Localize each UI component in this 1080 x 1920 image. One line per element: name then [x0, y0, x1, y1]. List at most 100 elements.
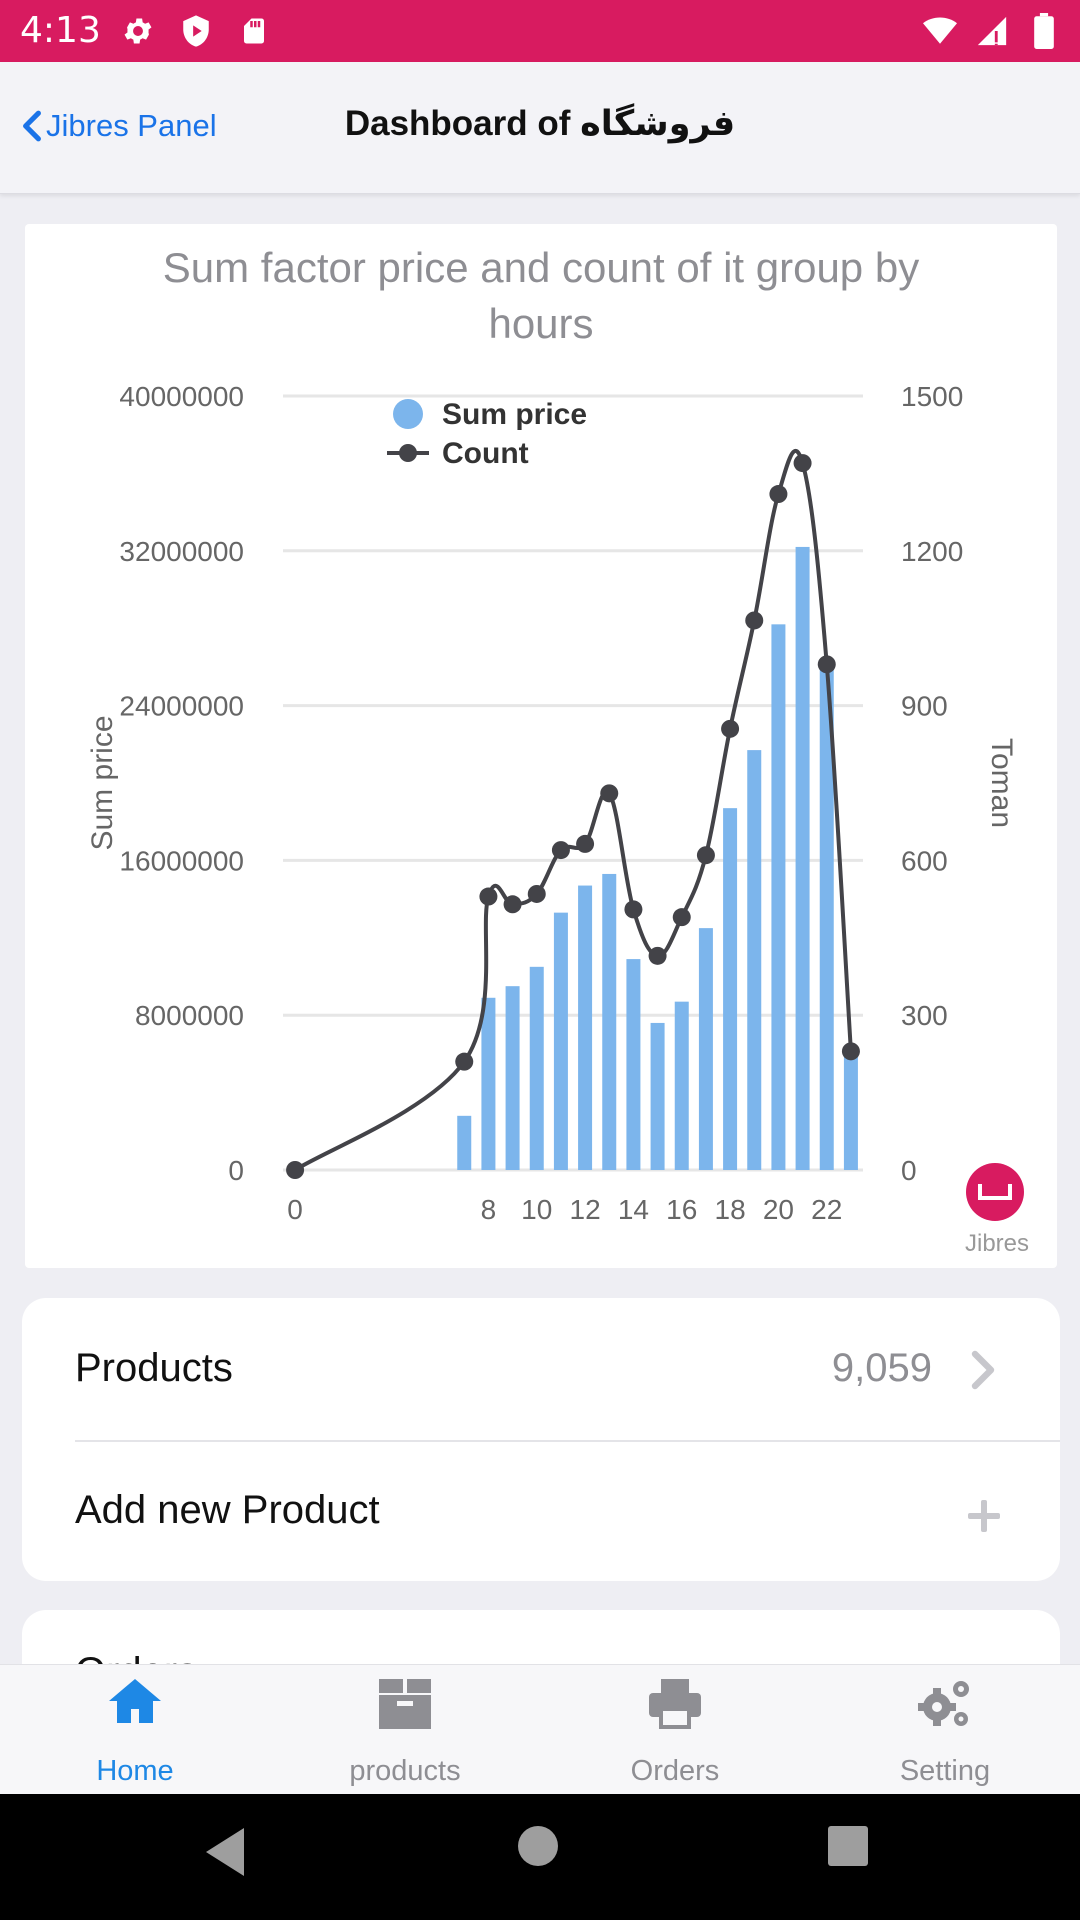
chart-card: Sum factor price and count of it group b…	[25, 224, 1057, 1268]
sd-card-icon	[236, 12, 272, 50]
signal-icon	[974, 12, 1010, 50]
point-count	[793, 454, 812, 473]
bar-sum-price	[529, 966, 544, 1170]
point-count	[600, 784, 619, 803]
x-tick-label: 8	[481, 1194, 497, 1225]
bar-sum-price	[747, 750, 762, 1170]
chart-title-line-1: Sum factor price and count of it group b…	[163, 244, 919, 291]
tab-home-label: Home	[96, 1755, 174, 1787]
point-count	[624, 900, 643, 919]
tab-home[interactable]: Home	[0, 1665, 270, 1795]
point-count	[455, 1052, 474, 1071]
back-triangle-icon[interactable]	[200, 1824, 266, 1890]
point-count	[648, 946, 667, 965]
plus-icon	[966, 1498, 1002, 1534]
bar-sum-price	[795, 546, 810, 1170]
y-tick-left-label: 40000000	[119, 381, 244, 412]
point-count	[769, 485, 788, 504]
y-axis-right-title: Toman	[985, 738, 1018, 828]
bar-sum-price	[602, 873, 617, 1170]
page-title: Dashboard of فروشگاه	[344, 104, 736, 143]
y-axis-left-title: Sum price	[86, 715, 119, 850]
x-tick-label: 16	[666, 1194, 697, 1225]
bar-sum-price	[843, 1053, 858, 1170]
x-tick-label: 22	[811, 1194, 842, 1225]
legend-count-marker	[399, 444, 417, 462]
line-count	[294, 448, 853, 1172]
settings-gear-icon	[120, 12, 156, 50]
point-count	[479, 887, 498, 906]
bar-sum-price	[723, 808, 738, 1170]
y-tick-left-label: 32000000	[119, 536, 244, 567]
x-tick-label: 10	[521, 1194, 552, 1225]
y-tick-right-label: 600	[901, 845, 948, 876]
legend-sum-price-label: Sum price	[442, 398, 587, 431]
hourly-sales-chart: Sum factor price and count of it group b…	[86, 244, 1029, 1257]
bar-sum-price	[457, 1115, 472, 1170]
navigation-header: Jibres Panel Dashboard of فروشگاه	[0, 62, 1080, 194]
y-tick-right-label: 1200	[901, 536, 963, 567]
point-count	[527, 884, 546, 903]
point-count	[503, 895, 522, 914]
tab-products-label: products	[349, 1755, 461, 1787]
products-label: Products	[75, 1346, 233, 1390]
y-tick-left-label: 24000000	[119, 691, 244, 722]
point-count	[721, 719, 740, 738]
point-count	[696, 846, 715, 865]
x-tick-label: 18	[715, 1194, 746, 1225]
box-icon	[375, 1675, 435, 1731]
point-count	[745, 611, 764, 630]
x-tick-label: 12	[570, 1194, 601, 1225]
bar-sum-price	[578, 885, 593, 1170]
y-tick-left-label: 0	[228, 1155, 244, 1186]
chart-credit: Jibres	[965, 1230, 1029, 1257]
point-count	[576, 834, 595, 853]
status-bar: 4:13	[0, 0, 1080, 62]
jibres-logo-icon	[966, 1163, 1024, 1221]
point-count	[817, 655, 836, 674]
chart-title-line-2: hours	[488, 300, 593, 347]
bar-sum-price	[698, 928, 713, 1170]
tab-orders-label: Orders	[630, 1755, 720, 1787]
system-navigation-bar	[0, 1794, 1080, 1920]
tab-setting-label: Setting	[899, 1755, 991, 1787]
point-count	[841, 1042, 860, 1061]
legend-sum-price-marker	[393, 399, 423, 429]
y-tick-left-label: 16000000	[119, 845, 244, 876]
tab-orders[interactable]: Orders	[540, 1665, 810, 1795]
x-tick-label: 14	[618, 1194, 649, 1225]
home-circle-icon[interactable]	[516, 1824, 582, 1890]
y-tick-right-label: 1500	[901, 381, 963, 412]
play-protect-icon	[178, 12, 214, 50]
tab-bar: Home products Orders Setting	[0, 1664, 1080, 1794]
products-count: 9,059	[831, 1346, 932, 1390]
add-product-row[interactable]: Add new Product	[22, 1440, 1060, 1581]
tab-setting[interactable]: Setting	[810, 1665, 1080, 1795]
chevron-right-icon	[968, 1350, 998, 1390]
x-tick-label: 0	[287, 1194, 303, 1225]
products-row[interactable]: Products 9,059	[22, 1298, 1060, 1442]
gears-icon	[915, 1675, 975, 1731]
status-time: 4:13	[20, 10, 101, 51]
point-count	[672, 908, 691, 927]
wifi-icon	[922, 12, 958, 50]
bar-sum-price	[771, 624, 786, 1170]
battery-icon	[1026, 12, 1062, 50]
bar-sum-price	[481, 997, 496, 1170]
y-tick-right-label: 0	[901, 1155, 917, 1186]
point-count	[286, 1161, 305, 1179]
point-count	[551, 841, 570, 860]
legend-count-label: Count	[442, 437, 529, 470]
recents-square-icon[interactable]	[826, 1824, 892, 1890]
printer-icon	[645, 1675, 705, 1731]
y-tick-right-label: 300	[901, 1000, 948, 1031]
bar-sum-price	[674, 1001, 689, 1170]
x-tick-label: 20	[763, 1194, 794, 1225]
bar-sum-price	[505, 986, 520, 1170]
products-card: Products 9,059 Add new Product	[22, 1298, 1060, 1581]
y-tick-left-label: 8000000	[135, 1000, 244, 1031]
bar-sum-price	[650, 1022, 665, 1170]
add-product-label: Add new Product	[75, 1488, 380, 1532]
tab-products[interactable]: products	[270, 1665, 540, 1795]
y-tick-right-label: 900	[901, 691, 948, 722]
